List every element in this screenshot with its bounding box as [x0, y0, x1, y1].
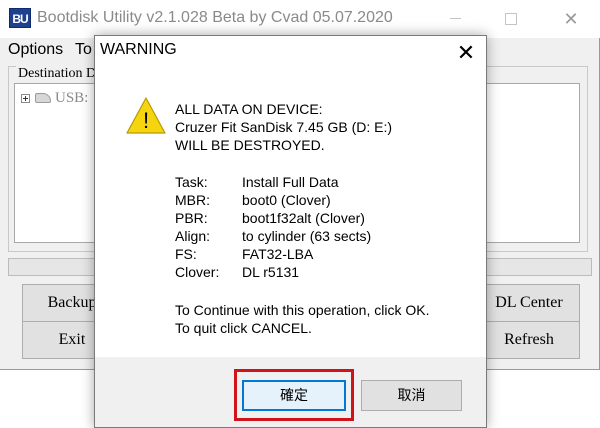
warning-message-line: ALL DATA ON DEVICE: — [175, 101, 323, 117]
refresh-button[interactable]: Refresh — [478, 321, 580, 359]
continue-instruction: To Continue with this operation, click O… — [175, 302, 430, 318]
tree-item-usb[interactable]: USB: — [55, 90, 88, 107]
ok-button[interactable]: 確定 — [242, 380, 346, 411]
window-close-button[interactable]: ✕ — [556, 4, 586, 34]
dl-center-button[interactable]: DL Center — [478, 284, 580, 322]
title-bar: BU Bootdisk Utility v2.1.028 Beta by Cva… — [0, 0, 600, 38]
detail-label: MBR: — [175, 192, 210, 208]
warning-symbol: ! — [143, 108, 149, 133]
detail-label: Align: — [175, 228, 211, 244]
detail-label: PBR: — [175, 210, 208, 226]
device-name: Cruzer Fit SanDisk 7.45 GB (D: E:) — [175, 119, 393, 135]
window-title: Bootdisk Utility v2.1.028 Beta by Cvad 0… — [37, 9, 393, 26]
detail-value: DL r5131 — [242, 264, 300, 280]
destination-legend: Destination D — [16, 66, 99, 82]
detail-value: FAT32-LBA — [242, 246, 314, 262]
maximize-icon — [505, 12, 517, 25]
minimize-button[interactable] — [440, 4, 470, 34]
expand-icon[interactable] — [21, 94, 30, 103]
cancel-instruction: To quit click CANCEL. — [175, 320, 312, 336]
app-icon: BU — [9, 8, 31, 28]
maximize-button[interactable] — [496, 4, 526, 34]
dialog-close-button[interactable]: ✕ — [452, 39, 480, 67]
menu-options[interactable]: Options — [8, 41, 63, 59]
minimize-icon — [449, 18, 461, 20]
detail-label: Clover: — [175, 264, 220, 280]
warning-icon: ! — [126, 97, 166, 134]
detail-value: Install Full Data — [242, 174, 339, 190]
detail-label: Task: — [175, 174, 208, 190]
cancel-button[interactable]: 取消 — [361, 380, 462, 411]
drive-icon — [35, 93, 51, 103]
detail-value: boot0 (Clover) — [242, 192, 331, 208]
detail-value: to cylinder (63 sects) — [242, 228, 372, 244]
warning-dialog: WARNING ✕ ! ALL DATA ON DEVICE: Cruzer F… — [94, 35, 487, 428]
menu-tools[interactable]: To — [75, 41, 92, 59]
dialog-title: WARNING — [100, 41, 177, 58]
warning-message-line: WILL BE DESTROYED. — [175, 137, 325, 153]
detail-label: FS: — [175, 246, 197, 262]
detail-value: boot1f32alt (Clover) — [242, 210, 365, 226]
